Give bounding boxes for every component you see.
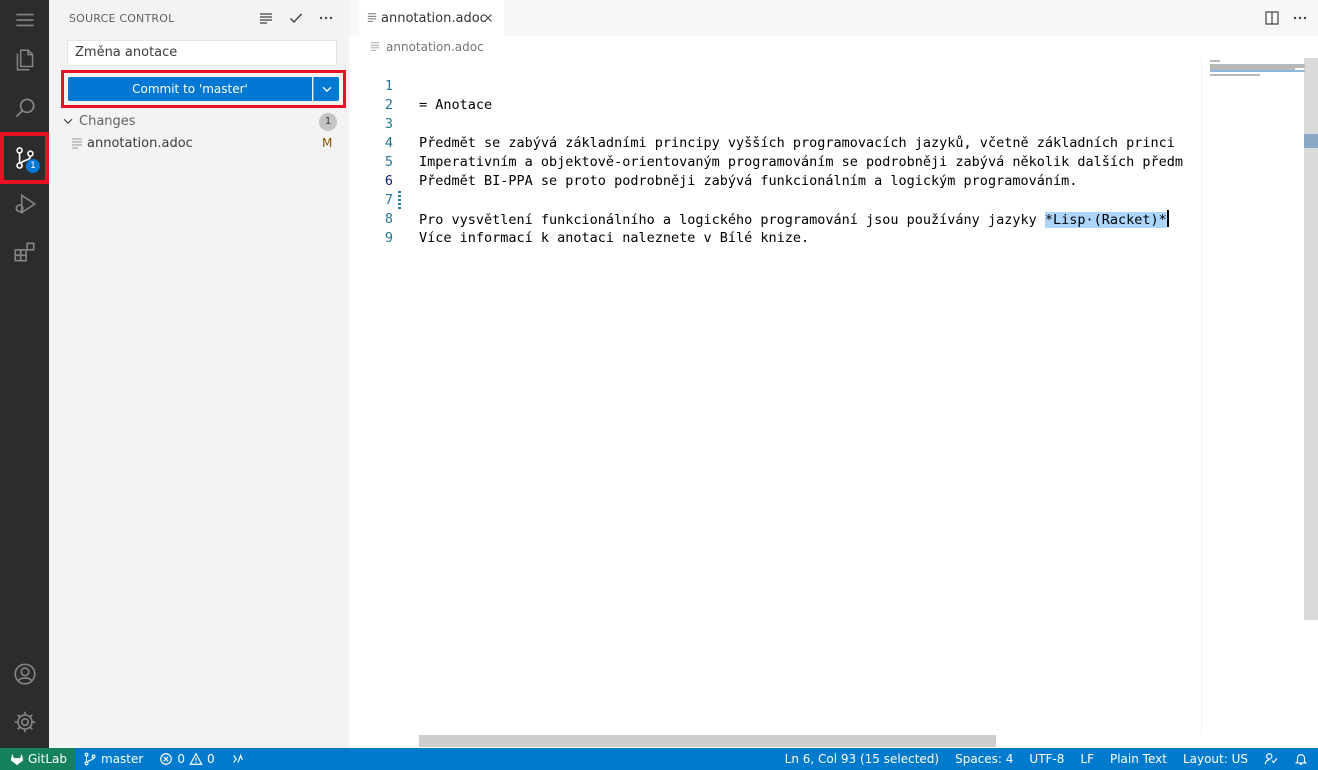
commit-dropdown-button[interactable] bbox=[313, 77, 339, 101]
code-line: 5 Předmět BI-PPA se proto podrobněji zab… bbox=[349, 134, 1199, 189]
changes-section-header[interactable]: Changes 1 bbox=[49, 112, 349, 132]
horizontal-scrollbar[interactable] bbox=[419, 735, 996, 747]
search-icon[interactable] bbox=[0, 84, 49, 132]
scrollbar-selection-marker bbox=[1304, 134, 1318, 148]
problems-status-item[interactable]: 0 0 bbox=[151, 748, 222, 770]
more-actions-icon[interactable] bbox=[317, 8, 335, 28]
minimap-line bbox=[1210, 74, 1260, 76]
text-file-icon bbox=[367, 12, 377, 28]
run-debug-icon[interactable] bbox=[0, 180, 49, 228]
view-as-tree-icon[interactable] bbox=[257, 8, 275, 28]
tab-label: annotation.adoc bbox=[381, 11, 487, 26]
status-bar: GitLab master 0 0 Ln 6, Col 93 (15 selec… bbox=[0, 748, 1318, 770]
error-icon bbox=[160, 753, 173, 765]
sidebar-title: SOURCE CONTROL bbox=[69, 12, 175, 25]
keyboard-layout-item[interactable]: Layout: US bbox=[1183, 752, 1248, 766]
sidebar-header: SOURCE CONTROL bbox=[49, 0, 349, 36]
code-line: 4 Imperativním a objektově-orientovaným … bbox=[349, 115, 1199, 170]
code-line-current: 6 Pro vysvětlení funkcionálního a logick… bbox=[349, 153, 1199, 228]
code-line: 1 = Anotace bbox=[349, 58, 1199, 113]
breadcrumb[interactable]: annotation.adoc bbox=[370, 39, 484, 55]
branch-name: master bbox=[101, 752, 144, 766]
activity-bar: 1 bbox=[0, 0, 49, 748]
text-file-icon bbox=[370, 42, 380, 51]
minimap[interactable] bbox=[1201, 58, 1305, 734]
text-file-icon bbox=[71, 137, 83, 155]
cursor-position-item[interactable]: Ln 6, Col 93 (15 selected) bbox=[785, 752, 939, 766]
changes-count-badge: 1 bbox=[319, 113, 337, 131]
code-editor[interactable]: 1 = Anotace 2 3 Předmět se zabývá základ… bbox=[349, 58, 1199, 734]
menu-icon[interactable] bbox=[0, 0, 49, 40]
extensions-icon[interactable] bbox=[0, 228, 49, 276]
code-line: 2 bbox=[349, 77, 1199, 113]
gitlab-icon bbox=[10, 753, 24, 766]
end-of-line-item[interactable]: LF bbox=[1080, 752, 1094, 766]
source-control-sidebar: SOURCE CONTROL Změna anotace Commit to '… bbox=[49, 0, 349, 748]
chevron-down-icon bbox=[322, 86, 331, 93]
vscode-window: 1 SOURCE CONTROL Změna anotace Commit to… bbox=[0, 0, 1318, 770]
live-share-status-item[interactable] bbox=[223, 748, 253, 770]
gitlab-label: GitLab bbox=[28, 752, 67, 766]
file-status-modified: M bbox=[322, 136, 333, 150]
line-number: 9 bbox=[384, 230, 393, 246]
commit-button-highlight: Commit to 'master' bbox=[61, 70, 346, 108]
minimap-line bbox=[1210, 70, 1305, 72]
feedback-icon[interactable] bbox=[1264, 752, 1278, 766]
git-branch-icon bbox=[84, 752, 96, 766]
settings-gear-icon[interactable] bbox=[0, 698, 49, 746]
code-line: 7 bbox=[349, 172, 1199, 208]
chevron-down-icon bbox=[61, 114, 75, 132]
commit-message-input[interactable]: Změna anotace bbox=[67, 40, 337, 66]
notifications-bell-icon[interactable] bbox=[1294, 752, 1308, 766]
commit-button[interactable]: Commit to 'master' bbox=[68, 77, 312, 101]
more-actions-icon[interactable] bbox=[1292, 10, 1308, 30]
warning-count: 0 bbox=[206, 752, 215, 766]
broadcast-icon bbox=[232, 753, 243, 763]
encoding-item[interactable]: UTF-8 bbox=[1029, 752, 1064, 766]
accounts-icon[interactable] bbox=[0, 650, 49, 698]
source-control-icon[interactable]: 1 bbox=[0, 132, 49, 184]
minimap-line bbox=[1210, 60, 1220, 62]
branch-status-item[interactable]: master bbox=[75, 748, 151, 770]
changed-file-name: annotation.adoc bbox=[87, 136, 193, 151]
code-line: 3 Předmět se zabývá základními principy … bbox=[349, 96, 1199, 151]
close-icon[interactable] bbox=[481, 11, 495, 29]
code-line: 8 Více informací k anotaci naleznete v B… bbox=[349, 191, 1199, 246]
gitlab-status-item[interactable]: GitLab bbox=[0, 748, 75, 770]
split-editor-icon[interactable] bbox=[1264, 10, 1280, 30]
line-text: Více informací k anotaci naleznete v Bíl… bbox=[419, 230, 810, 246]
code-line: 9 bbox=[349, 210, 1199, 246]
indentation-item[interactable]: Spaces: 4 bbox=[955, 752, 1013, 766]
error-count: 0 bbox=[177, 752, 185, 766]
breadcrumb-file: annotation.adoc bbox=[386, 40, 484, 54]
commit-check-icon[interactable] bbox=[287, 8, 305, 28]
changes-label: Changes bbox=[79, 114, 136, 129]
changed-file-item[interactable]: annotation.adoc M bbox=[49, 134, 349, 154]
warning-icon bbox=[189, 752, 203, 765]
source-control-badge: 1 bbox=[26, 159, 40, 173]
language-mode-item[interactable]: Plain Text bbox=[1110, 752, 1167, 766]
explorer-icon[interactable] bbox=[0, 36, 49, 84]
editor-tab-bar: annotation.adoc bbox=[349, 0, 1318, 36]
tab-annotation-adoc[interactable]: annotation.adoc bbox=[359, 0, 504, 36]
